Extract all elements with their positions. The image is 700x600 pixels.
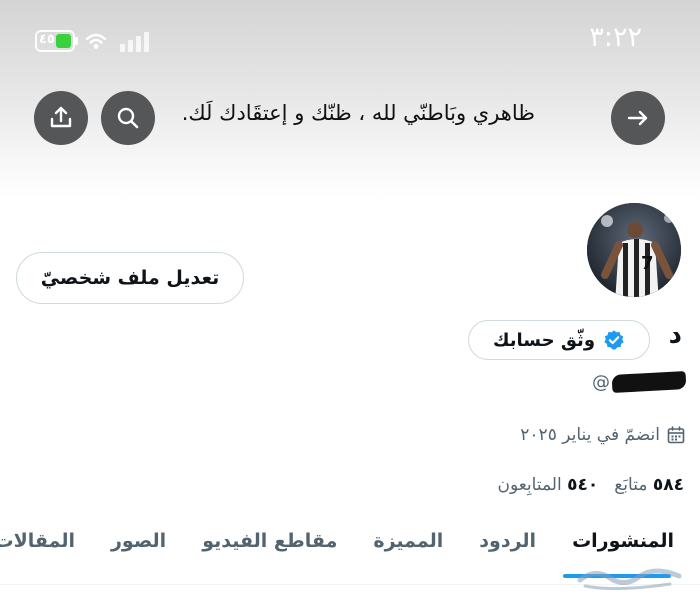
cellular-signal-icon bbox=[118, 30, 152, 52]
status-time: ٣:٢٢ bbox=[589, 22, 642, 53]
header-bio-text: ظاهري وبَاطنّي لله ، ظنّك و إعتقَادك لَك… bbox=[181, 101, 535, 125]
search-button[interactable] bbox=[101, 91, 155, 145]
following-label: متابَع bbox=[614, 475, 648, 495]
wifi-icon bbox=[86, 33, 106, 49]
back-button[interactable] bbox=[611, 91, 665, 145]
share-button[interactable] bbox=[34, 91, 88, 145]
verify-account-button[interactable]: وثّق حسابك bbox=[468, 320, 650, 360]
followers-link[interactable]: ٥٤٠ المتابِعون bbox=[497, 475, 598, 495]
battery-icon: ٤٥ bbox=[35, 30, 75, 52]
svg-text:7: 7 bbox=[641, 253, 654, 274]
following-link[interactable]: ٥٨٤ متابَع bbox=[614, 475, 684, 495]
tab-replies[interactable]: الردود bbox=[479, 530, 536, 570]
following-count: ٥٨٤ bbox=[652, 475, 684, 495]
user-handle: @ bbox=[592, 368, 687, 396]
battery-level: ٤٥ bbox=[39, 32, 55, 47]
joined-date: انضمّ في يناير ٢٠٢٥ bbox=[520, 425, 686, 445]
tab-photos[interactable]: الصور bbox=[111, 530, 166, 570]
followers-label: المتابِعون bbox=[497, 475, 562, 495]
search-icon bbox=[117, 107, 139, 129]
arrow-right-icon bbox=[627, 110, 648, 126]
handle-prefix: @ bbox=[592, 371, 610, 393]
tab-highlights[interactable]: المميزة bbox=[373, 530, 443, 570]
verify-account-label: وثّق حسابك bbox=[493, 329, 596, 351]
calendar-icon bbox=[667, 426, 685, 444]
watermark-logo bbox=[577, 568, 682, 591]
avatar[interactable]: 7 bbox=[584, 200, 684, 300]
redacted-handle bbox=[611, 371, 687, 393]
tab-videos[interactable]: مقاطع الفيديو bbox=[202, 530, 337, 570]
followers-count: ٥٤٠ bbox=[567, 475, 599, 495]
tab-articles[interactable]: المقالات bbox=[0, 530, 75, 570]
joined-text: انضمّ في يناير ٢٠٢٥ bbox=[520, 425, 660, 445]
follow-stats: ٥٨٤ متابَع ٥٤٠ المتابِعون bbox=[497, 475, 684, 495]
share-upload-icon bbox=[50, 106, 72, 128]
display-name: د bbox=[668, 320, 682, 350]
avatar-photo: 7 bbox=[587, 203, 681, 297]
edit-profile-button[interactable]: تعديل ملف شخصيّ bbox=[16, 252, 244, 304]
verified-badge-icon bbox=[604, 330, 624, 350]
